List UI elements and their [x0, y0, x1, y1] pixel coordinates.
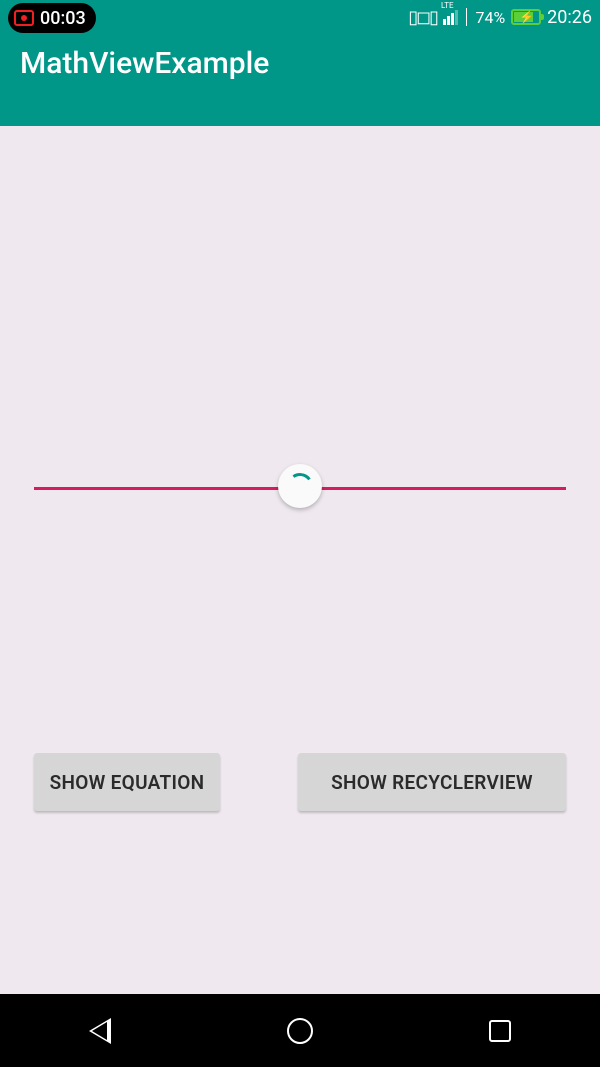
content-area: SHOW EQUATION SHOW RECYCLERVIEW	[0, 126, 600, 994]
battery-icon: ⚡	[511, 9, 541, 25]
button-row: SHOW EQUATION SHOW RECYCLERVIEW	[34, 753, 566, 811]
show-equation-button[interactable]: SHOW EQUATION	[34, 753, 220, 811]
network-label: LTE	[441, 1, 454, 10]
spinner-arc-icon	[285, 471, 315, 501]
app-title: MathViewExample	[20, 46, 580, 81]
clock: 20:26	[547, 7, 592, 28]
home-icon	[287, 1018, 313, 1044]
record-icon	[14, 10, 34, 26]
pull-refresh-spinner[interactable]	[278, 464, 322, 508]
back-button[interactable]	[83, 1014, 117, 1048]
status-bar: 00:03 ▯◻▯ LTE 74% ⚡ 20:26	[0, 0, 600, 34]
show-recyclerview-button[interactable]: SHOW RECYCLERVIEW	[298, 753, 566, 811]
signal-icon: LTE	[443, 10, 458, 25]
status-divider	[466, 8, 468, 26]
back-icon	[89, 1018, 111, 1044]
recents-icon	[489, 1020, 511, 1042]
navigation-bar	[0, 994, 600, 1067]
recents-button[interactable]	[483, 1014, 517, 1048]
recording-indicator[interactable]: 00:03	[8, 3, 96, 33]
battery-percent: 74%	[475, 8, 505, 27]
home-button[interactable]	[283, 1014, 317, 1048]
vibrate-icon: ▯◻▯	[408, 7, 437, 28]
recording-time: 00:03	[40, 8, 86, 29]
status-left: 00:03	[8, 2, 96, 32]
status-right: ▯◻▯ LTE 74% ⚡ 20:26	[408, 7, 592, 28]
